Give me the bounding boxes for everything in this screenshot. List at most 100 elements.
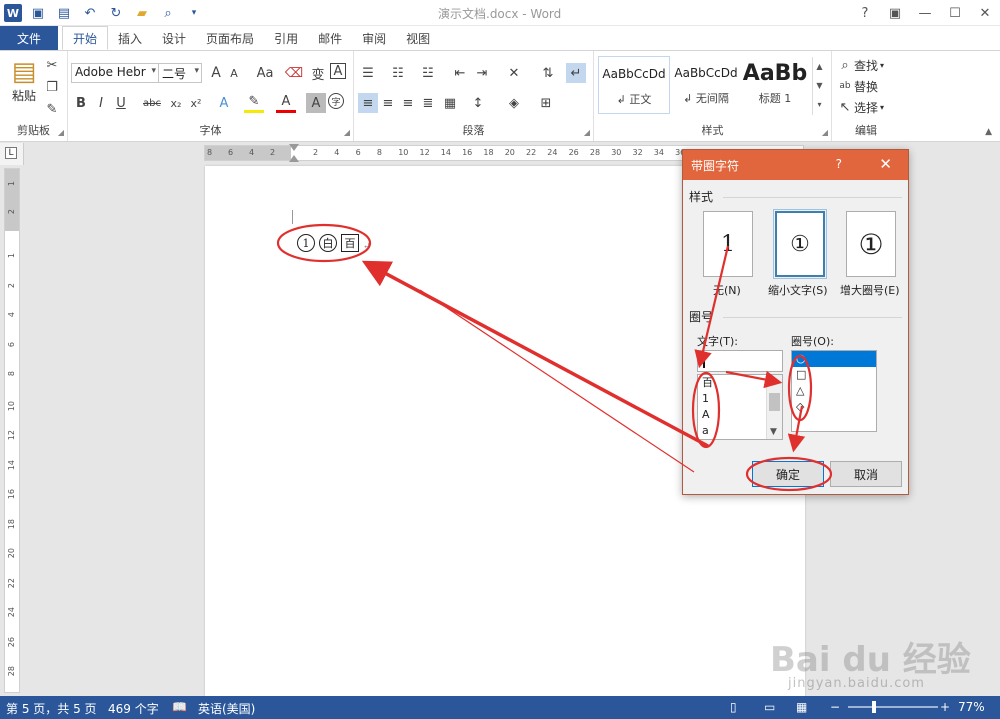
- dialog-launcher-icon[interactable]: ◢: [344, 128, 350, 137]
- zoom-in-icon[interactable]: +: [940, 700, 950, 714]
- style-heading-1[interactable]: AaBb 标题 1: [742, 56, 808, 114]
- page-count[interactable]: 第 5 页，共 5 页: [6, 700, 97, 717]
- close-icon[interactable]: ✕: [970, 0, 1000, 26]
- list-item[interactable]: □: [792, 367, 876, 383]
- clear-format-icon[interactable]: ⌫: [284, 63, 304, 83]
- vertical-ruler[interactable]: 1 2 1 2 4 6 8 10 12 14 16 18 20 22 24 26 28: [4, 168, 20, 693]
- list-item[interactable]: ◇: [792, 399, 876, 415]
- font-color-icon[interactable]: A: [276, 93, 296, 113]
- replace-button[interactable]: ab 替换: [838, 76, 878, 96]
- strikethrough-icon[interactable]: abc: [140, 93, 164, 113]
- cut-icon[interactable]: ✂: [42, 55, 62, 75]
- tab-insert[interactable]: 插入: [108, 26, 152, 50]
- undo-icon[interactable]: ↶: [80, 3, 100, 23]
- grow-font-icon[interactable]: A: [206, 63, 226, 83]
- justify-icon[interactable]: ≣: [418, 93, 438, 113]
- copy-icon[interactable]: ❐: [42, 77, 62, 97]
- decrease-indent-icon[interactable]: ⇤: [450, 63, 470, 83]
- superscript-icon[interactable]: x²: [186, 93, 206, 113]
- help-icon[interactable]: ?: [850, 0, 880, 26]
- align-right-icon[interactable]: ≡: [398, 93, 418, 113]
- text-list-scrollbar[interactable]: ▼: [766, 375, 782, 439]
- minimize-icon[interactable]: —: [910, 0, 940, 26]
- numbering-icon[interactable]: ☷: [388, 63, 408, 83]
- font-name-combo[interactable]: Adobe Hebr ▾: [71, 63, 159, 83]
- zoom-slider-knob[interactable]: [872, 701, 876, 713]
- dialog-launcher-icon[interactable]: ◢: [584, 128, 590, 137]
- dialog-launcher-icon[interactable]: ◢: [822, 128, 828, 137]
- phonetic-guide-icon[interactable]: 变: [308, 63, 328, 83]
- subscript-icon[interactable]: x₂: [166, 93, 186, 113]
- sort-icon[interactable]: ⇅: [538, 63, 558, 83]
- format-painter-icon[interactable]: ✎: [42, 99, 62, 119]
- print-preview-icon[interactable]: ⌕: [158, 3, 178, 23]
- open-icon[interactable]: ▰: [132, 3, 152, 23]
- tab-file[interactable]: 文件: [0, 26, 58, 50]
- web-layout-icon[interactable]: ▦: [796, 700, 807, 714]
- highlight-icon[interactable]: ✎: [244, 93, 264, 113]
- save-icon[interactable]: ▣: [28, 3, 48, 23]
- proofing-icon[interactable]: 📖: [172, 700, 187, 714]
- tab-review[interactable]: 审阅: [352, 26, 396, 50]
- text-effects-icon[interactable]: A: [214, 93, 234, 113]
- scroll-thumb[interactable]: [769, 393, 780, 411]
- char-border-icon[interactable]: A: [330, 63, 346, 79]
- style-no-spacing[interactable]: AaBbCcDd ↲ 无间隔: [670, 56, 742, 114]
- char-shading-icon[interactable]: A: [306, 93, 326, 113]
- ok-button[interactable]: 确定: [752, 461, 824, 487]
- borders-icon[interactable]: ⊞: [536, 93, 556, 113]
- underline-icon[interactable]: U: [111, 93, 131, 113]
- text-list[interactable]: 百 1 A a ▼: [697, 374, 783, 440]
- ribbon-display-icon[interactable]: ▣: [880, 0, 910, 26]
- tab-layout[interactable]: 页面布局: [196, 26, 264, 50]
- text-input[interactable]: [697, 350, 783, 372]
- language[interactable]: 英语(美国): [198, 700, 255, 717]
- enclosed-characters[interactable]: 1 白 百 ↵: [297, 234, 371, 252]
- italic-icon[interactable]: I: [91, 93, 111, 113]
- style-enlarge-symbol-option[interactable]: ①: [846, 211, 896, 277]
- zoom-level[interactable]: 77%: [958, 700, 985, 714]
- bold-icon[interactable]: B: [71, 93, 91, 113]
- redo-icon[interactable]: ↻: [106, 3, 126, 23]
- collapse-ribbon-icon[interactable]: ▲: [985, 127, 992, 137]
- distributed-icon[interactable]: ▦: [440, 93, 460, 113]
- style-normal[interactable]: AaBbCcDd ↲ 正文: [598, 56, 670, 114]
- dialog-launcher-icon[interactable]: ◢: [58, 128, 64, 137]
- read-mode-icon[interactable]: ▯: [730, 700, 737, 714]
- tab-design[interactable]: 设计: [152, 26, 196, 50]
- zoom-out-icon[interactable]: −: [830, 700, 840, 714]
- customize-icon[interactable]: ▾: [184, 3, 204, 23]
- enclosure-list[interactable]: ○ □ △ ◇: [791, 350, 877, 432]
- tab-references[interactable]: 引用: [264, 26, 308, 50]
- dialog-help-icon[interactable]: ?: [836, 157, 842, 171]
- multilevel-list-icon[interactable]: ☳: [418, 63, 438, 83]
- dialog-close-icon[interactable]: ✕: [879, 155, 892, 173]
- asian-layout-icon[interactable]: ✕: [504, 63, 524, 83]
- print-layout-icon[interactable]: ▭: [764, 700, 775, 714]
- maximize-icon[interactable]: ☐: [940, 0, 970, 26]
- zoom-slider[interactable]: [848, 701, 938, 713]
- enclose-characters-icon[interactable]: 字: [328, 93, 344, 109]
- font-size-combo[interactable]: 二号 ▾: [158, 63, 202, 83]
- style-shrink-text-option[interactable]: ①: [773, 209, 827, 279]
- paste-button[interactable]: ▤ 粘贴: [6, 57, 42, 104]
- tab-selector[interactable]: L: [0, 143, 24, 165]
- first-line-indent-marker[interactable]: [289, 144, 299, 151]
- increase-indent-icon[interactable]: ⇥: [472, 63, 492, 83]
- chevron-down-icon[interactable]: ▼: [770, 427, 777, 437]
- shrink-font-icon[interactable]: A: [224, 63, 244, 83]
- save-as-icon[interactable]: ▤: [54, 3, 74, 23]
- line-spacing-icon[interactable]: ↕: [468, 93, 488, 113]
- shading-icon[interactable]: ◈: [504, 93, 524, 113]
- styles-scroll[interactable]: ▲ ▼ ▾: [812, 57, 826, 115]
- align-left-icon[interactable]: ≡: [358, 93, 378, 113]
- find-button[interactable]: ⌕ 查找 ▾: [838, 55, 884, 75]
- word-count[interactable]: 469 个字: [108, 700, 159, 717]
- hanging-indent-marker[interactable]: [289, 155, 299, 162]
- list-item[interactable]: ○: [792, 351, 876, 367]
- change-case-icon[interactable]: Aa: [252, 63, 278, 83]
- align-center-icon[interactable]: ≡: [378, 93, 398, 113]
- style-none-option[interactable]: 1: [703, 211, 753, 277]
- tab-home[interactable]: 开始: [62, 26, 109, 50]
- list-item[interactable]: △: [792, 383, 876, 399]
